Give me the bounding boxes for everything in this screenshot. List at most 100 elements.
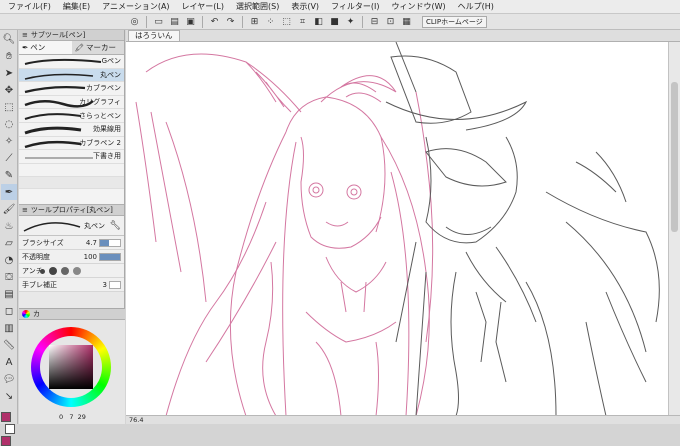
brush-item-draft[interactable]: 下書き用 [19,150,124,164]
snap-icon[interactable]: ⊟ [368,15,381,28]
menu-filter[interactable]: フィルター(I) [325,0,385,14]
divider [146,15,147,28]
opacity-row[interactable]: 不透明度 100 [19,250,124,264]
brush-item-effect-line[interactable]: 効果線用 [19,123,124,137]
brush-name: 丸ペン [100,70,121,79]
fill-icon[interactable]: ■ [328,15,341,28]
opacity-value[interactable]: 100 [84,253,97,261]
brush-item-g-pen[interactable]: Gペン [19,55,124,69]
canvas-tab[interactable]: はろういん [128,30,180,41]
lasso-icon[interactable]: ◌ [1,116,17,132]
clip-home-button[interactable]: CLIPホームページ [422,15,487,28]
brush-size-row[interactable]: ブラシサイズ 4.7 [19,236,124,250]
divider [202,15,203,28]
menu-edit[interactable]: 編集(E) [57,0,96,14]
color-panel-tab-label[interactable]: カ [33,309,40,319]
menu-view[interactable]: 表示(V) [285,0,325,14]
aa-mid-option[interactable] [61,266,69,275]
eraser-icon[interactable]: ▱ [1,235,17,251]
airbrush-icon[interactable]: ♨︎ [1,218,17,234]
figure-icon[interactable]: ◻ [1,303,17,319]
ruler-tool-icon[interactable]: 📏︎ [1,337,17,353]
aa-strong-option[interactable] [73,266,81,275]
wrench-icon[interactable]: 🔧︎ [110,221,121,231]
command-bar: ◎ ▭ ▤ ▣ ↶ ↷ ⊞ ⁘ ⬚ ⌗ ◧ ■ ✦ ⊟ ⊡ ▦ CLIPホームペ… [0,14,680,30]
gradient-icon[interactable]: ▤ [1,286,17,302]
save-icon[interactable]: ▣ [184,15,197,28]
aa-none-option[interactable] [40,268,45,274]
menu-animation[interactable]: アニメーション(A) [96,0,175,14]
stabilization-slider[interactable] [109,280,121,289]
hand-icon[interactable]: ✋︎ [1,48,17,64]
opacity-fill [100,253,120,260]
balloon-icon[interactable]: 💬︎ [1,371,17,387]
deselect-icon[interactable]: ⬚ [280,15,293,28]
stabilization-row[interactable]: 手ブレ補正 3 [19,278,124,292]
menu-selection[interactable]: 選択範囲(S) [230,0,285,14]
brush-item-saratto-pen[interactable]: さらっとペン [19,109,124,123]
ruler-icon[interactable]: ⊡ [384,15,397,28]
menu-help[interactable]: ヘルプ(H) [452,0,500,14]
move-icon[interactable]: ✥ [1,82,17,98]
transform-icon[interactable]: ⊞ [248,15,261,28]
undo-icon[interactable]: ↶ [208,15,221,28]
zoom-readout[interactable]: 76.4 [129,416,143,424]
vertical-scrollbar[interactable] [668,42,680,416]
drawing-canvas[interactable] [126,41,668,417]
pencil-icon[interactable]: ✎ [1,167,17,183]
current-color-swatch[interactable] [1,436,11,446]
panel-menu-icon[interactable]: ≡ [22,31,28,39]
window-icon[interactable]: ▦ [400,15,413,28]
brush-item-kabura-pen[interactable]: カブラペン [19,82,124,96]
crop-icon[interactable]: ⌗ [296,15,309,28]
menu-window[interactable]: ウィンドウ(W) [386,0,452,14]
blend-icon[interactable]: ◔ [1,252,17,268]
wand-icon[interactable]: ✧ [1,133,17,149]
aa-weak-option[interactable] [49,266,57,275]
pen-icon[interactable]: ✒︎ [1,184,17,200]
brush-name: カリグラフィ [79,98,121,107]
scrollbar-thumb[interactable] [671,82,678,232]
brush-size-fill [100,239,109,246]
tab-marker[interactable]: 🖍︎ マーカー [71,41,124,54]
brush-item-kabura-pen-2[interactable]: カブラペン 2 [19,137,124,151]
eyedropper-icon[interactable]: ⟋ [1,150,17,166]
panel-menu-icon[interactable]: ≡ [22,206,28,214]
brush-size-label: ブラシサイズ [22,238,64,247]
brush-item-empty[interactable] [19,164,124,178]
brush-icon[interactable]: 🖌︎ [1,201,17,217]
brush-size-value[interactable]: 4.7 [86,239,97,247]
sub-tool-panel: ≡ サブツール[ペン] ✒︎ ペン 🖍︎ マーカー Gペン 丸ペン カブラペン … [19,30,125,424]
saturation-value-square[interactable] [49,345,93,389]
text-tool-icon[interactable]: A [1,354,17,370]
stabilization-value[interactable]: 3 [103,281,107,289]
invert-icon[interactable]: ◧ [312,15,325,28]
marker-icon: 🖍︎ [74,43,85,52]
sparkle-icon[interactable]: ✦ [344,15,357,28]
sub-color-swatch[interactable] [5,424,15,434]
brush-name: カブラペン [86,84,121,93]
brush-name: カブラペン 2 [79,138,121,147]
main-color-swatch[interactable] [1,412,11,422]
brush-size-slider[interactable] [99,238,121,247]
fill-tool-icon[interactable]: ⛋ [1,269,17,285]
selection-icon[interactable]: ⬚ [1,99,17,115]
anti-alias-row[interactable]: アンチ [19,264,124,278]
frame-icon[interactable]: ▥ [1,320,17,336]
menu-file[interactable]: ファイル(F) [2,0,57,14]
open-icon[interactable]: ▤ [168,15,181,28]
color-wheel-tab-icon[interactable] [22,310,30,318]
operation-icon[interactable]: ➤ [1,65,17,81]
brush-item-calligraphy[interactable]: カリグラフィ [19,96,124,110]
swirl-icon[interactable]: ◎ [128,15,141,28]
line-correct-icon[interactable]: ↘ [1,388,17,404]
new-icon[interactable]: ▭ [152,15,165,28]
redo-icon[interactable]: ↷ [224,15,237,28]
brush-item-maru-pen[interactable]: 丸ペン [19,68,124,83]
anti-alias-options[interactable] [40,266,81,275]
zoom-icon[interactable]: 🔍︎ [1,31,17,47]
menu-layer[interactable]: レイヤー(L) [176,0,230,14]
select-all-icon[interactable]: ⁘ [264,15,277,28]
opacity-slider[interactable] [99,252,121,261]
tab-pen[interactable]: ✒︎ ペン [19,41,72,54]
